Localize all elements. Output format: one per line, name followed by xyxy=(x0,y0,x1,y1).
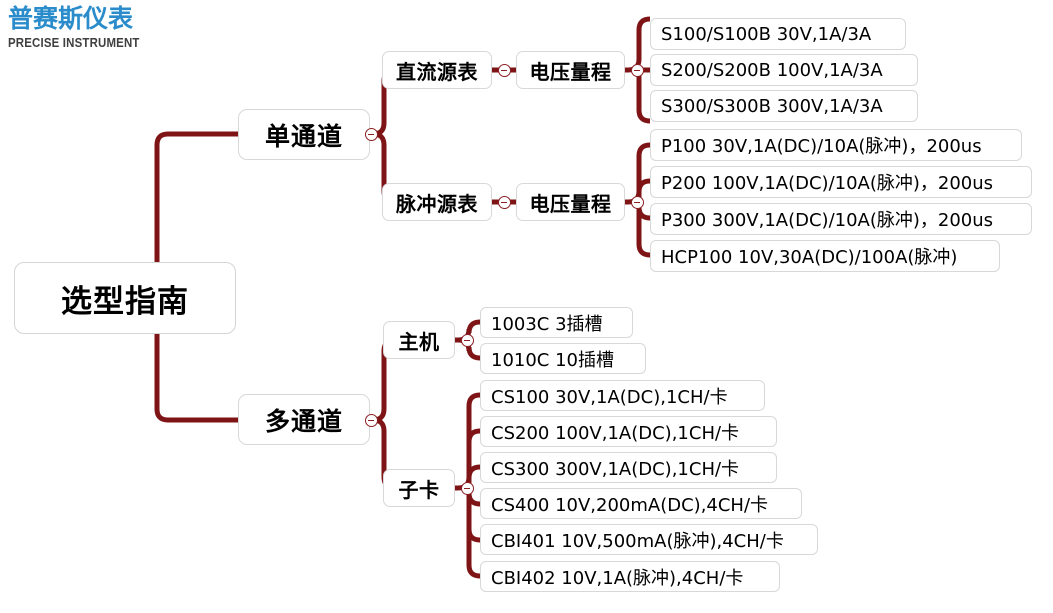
link-subcard-to-cbi401 xyxy=(466,488,481,543)
link-subcard-to-cbi402 xyxy=(466,488,481,579)
leaf-s300[interactable]: S300/S300B 300V,1A/3A xyxy=(650,90,918,122)
collapse-toggle-pulse-source[interactable] xyxy=(498,196,511,209)
leaf-hcp100[interactable]: HCP100 10V,30A(DC)/100A(脉冲) xyxy=(650,240,1000,272)
node-multi-channel[interactable]: 多通道 xyxy=(238,394,370,445)
link-range-pulse-to-p100 xyxy=(625,142,651,205)
leaf-cs400[interactable]: CS400 10V,200mA(DC),4CH/卡 xyxy=(480,488,802,519)
node-single-channel[interactable]: 单通道 xyxy=(238,109,370,160)
link-range-pulse-to-hcp100 xyxy=(636,202,651,258)
node-pulse-source-meter[interactable]: 脉冲源表 xyxy=(382,183,492,221)
leaf-s100[interactable]: S100/S100B 30V,1A/3A xyxy=(650,18,906,50)
collapse-toggle-voltage-range-pulse[interactable] xyxy=(631,196,644,209)
leaf-p100[interactable]: P100 30V,1A(DC)/10A(脉冲)，200us xyxy=(650,129,1022,161)
node-dc-source-meter[interactable]: 直流源表 xyxy=(382,51,492,89)
node-host[interactable]: 主机 xyxy=(383,321,455,359)
node-root-selection-guide[interactable]: 选型指南 xyxy=(14,262,236,334)
collapse-toggle-single-channel[interactable] xyxy=(365,128,378,141)
leaf-p200[interactable]: P200 100V,1A(DC)/10A(脉冲)，200us xyxy=(650,166,1032,198)
mindmap-canvas: 普赛斯仪表 PRECISE INSTRUMENT 选型指南 单通道 多通道 直流… xyxy=(0,0,1053,613)
logo-english-name: PRECISE INSTRUMENT xyxy=(8,35,140,50)
collapse-toggle-voltage-range-dc[interactable] xyxy=(631,64,644,77)
company-logo: 普赛斯仪表 PRECISE INSTRUMENT xyxy=(8,4,178,62)
collapse-toggle-subcard[interactable] xyxy=(461,482,474,495)
link-subcard-to-cs200 xyxy=(466,428,481,488)
leaf-cs300[interactable]: CS300 300V,1A(DC),1CH/卡 xyxy=(480,452,777,483)
node-subcard[interactable]: 子卡 xyxy=(383,469,455,507)
link-subcard-to-cs100 xyxy=(455,392,481,491)
leaf-cbi402[interactable]: CBI402 10V,1A(脉冲),4CH/卡 xyxy=(480,561,780,592)
collapse-toggle-dc-source[interactable] xyxy=(498,64,511,77)
collapse-toggle-host[interactable] xyxy=(461,334,474,347)
leaf-1010c[interactable]: 1010C 10插槽 xyxy=(480,343,646,374)
node-voltage-range-dc[interactable]: 电压量程 xyxy=(516,51,625,89)
leaf-cs100[interactable]: CS100 30V,1A(DC),1CH/卡 xyxy=(480,380,765,411)
leaf-s200[interactable]: S200/S200B 100V,1A/3A xyxy=(650,54,918,86)
link-range-dc-to-s100 xyxy=(625,16,651,73)
leaf-cs200[interactable]: CS200 100V,1A(DC),1CH/卡 xyxy=(480,416,777,447)
leaf-p300[interactable]: P300 300V,1A(DC)/10A(脉冲)，200us xyxy=(650,203,1032,235)
logo-chinese-name: 普赛斯仪表 xyxy=(8,4,134,33)
leaf-1003c[interactable]: 1003C 3插槽 xyxy=(480,307,633,338)
node-voltage-range-pulse[interactable]: 电压量程 xyxy=(516,183,625,221)
link-range-dc-to-s300 xyxy=(636,69,651,124)
collapse-toggle-multi-channel[interactable] xyxy=(365,414,378,427)
leaf-cbi401[interactable]: CBI401 10V,500mA(脉冲),4CH/卡 xyxy=(480,524,818,555)
